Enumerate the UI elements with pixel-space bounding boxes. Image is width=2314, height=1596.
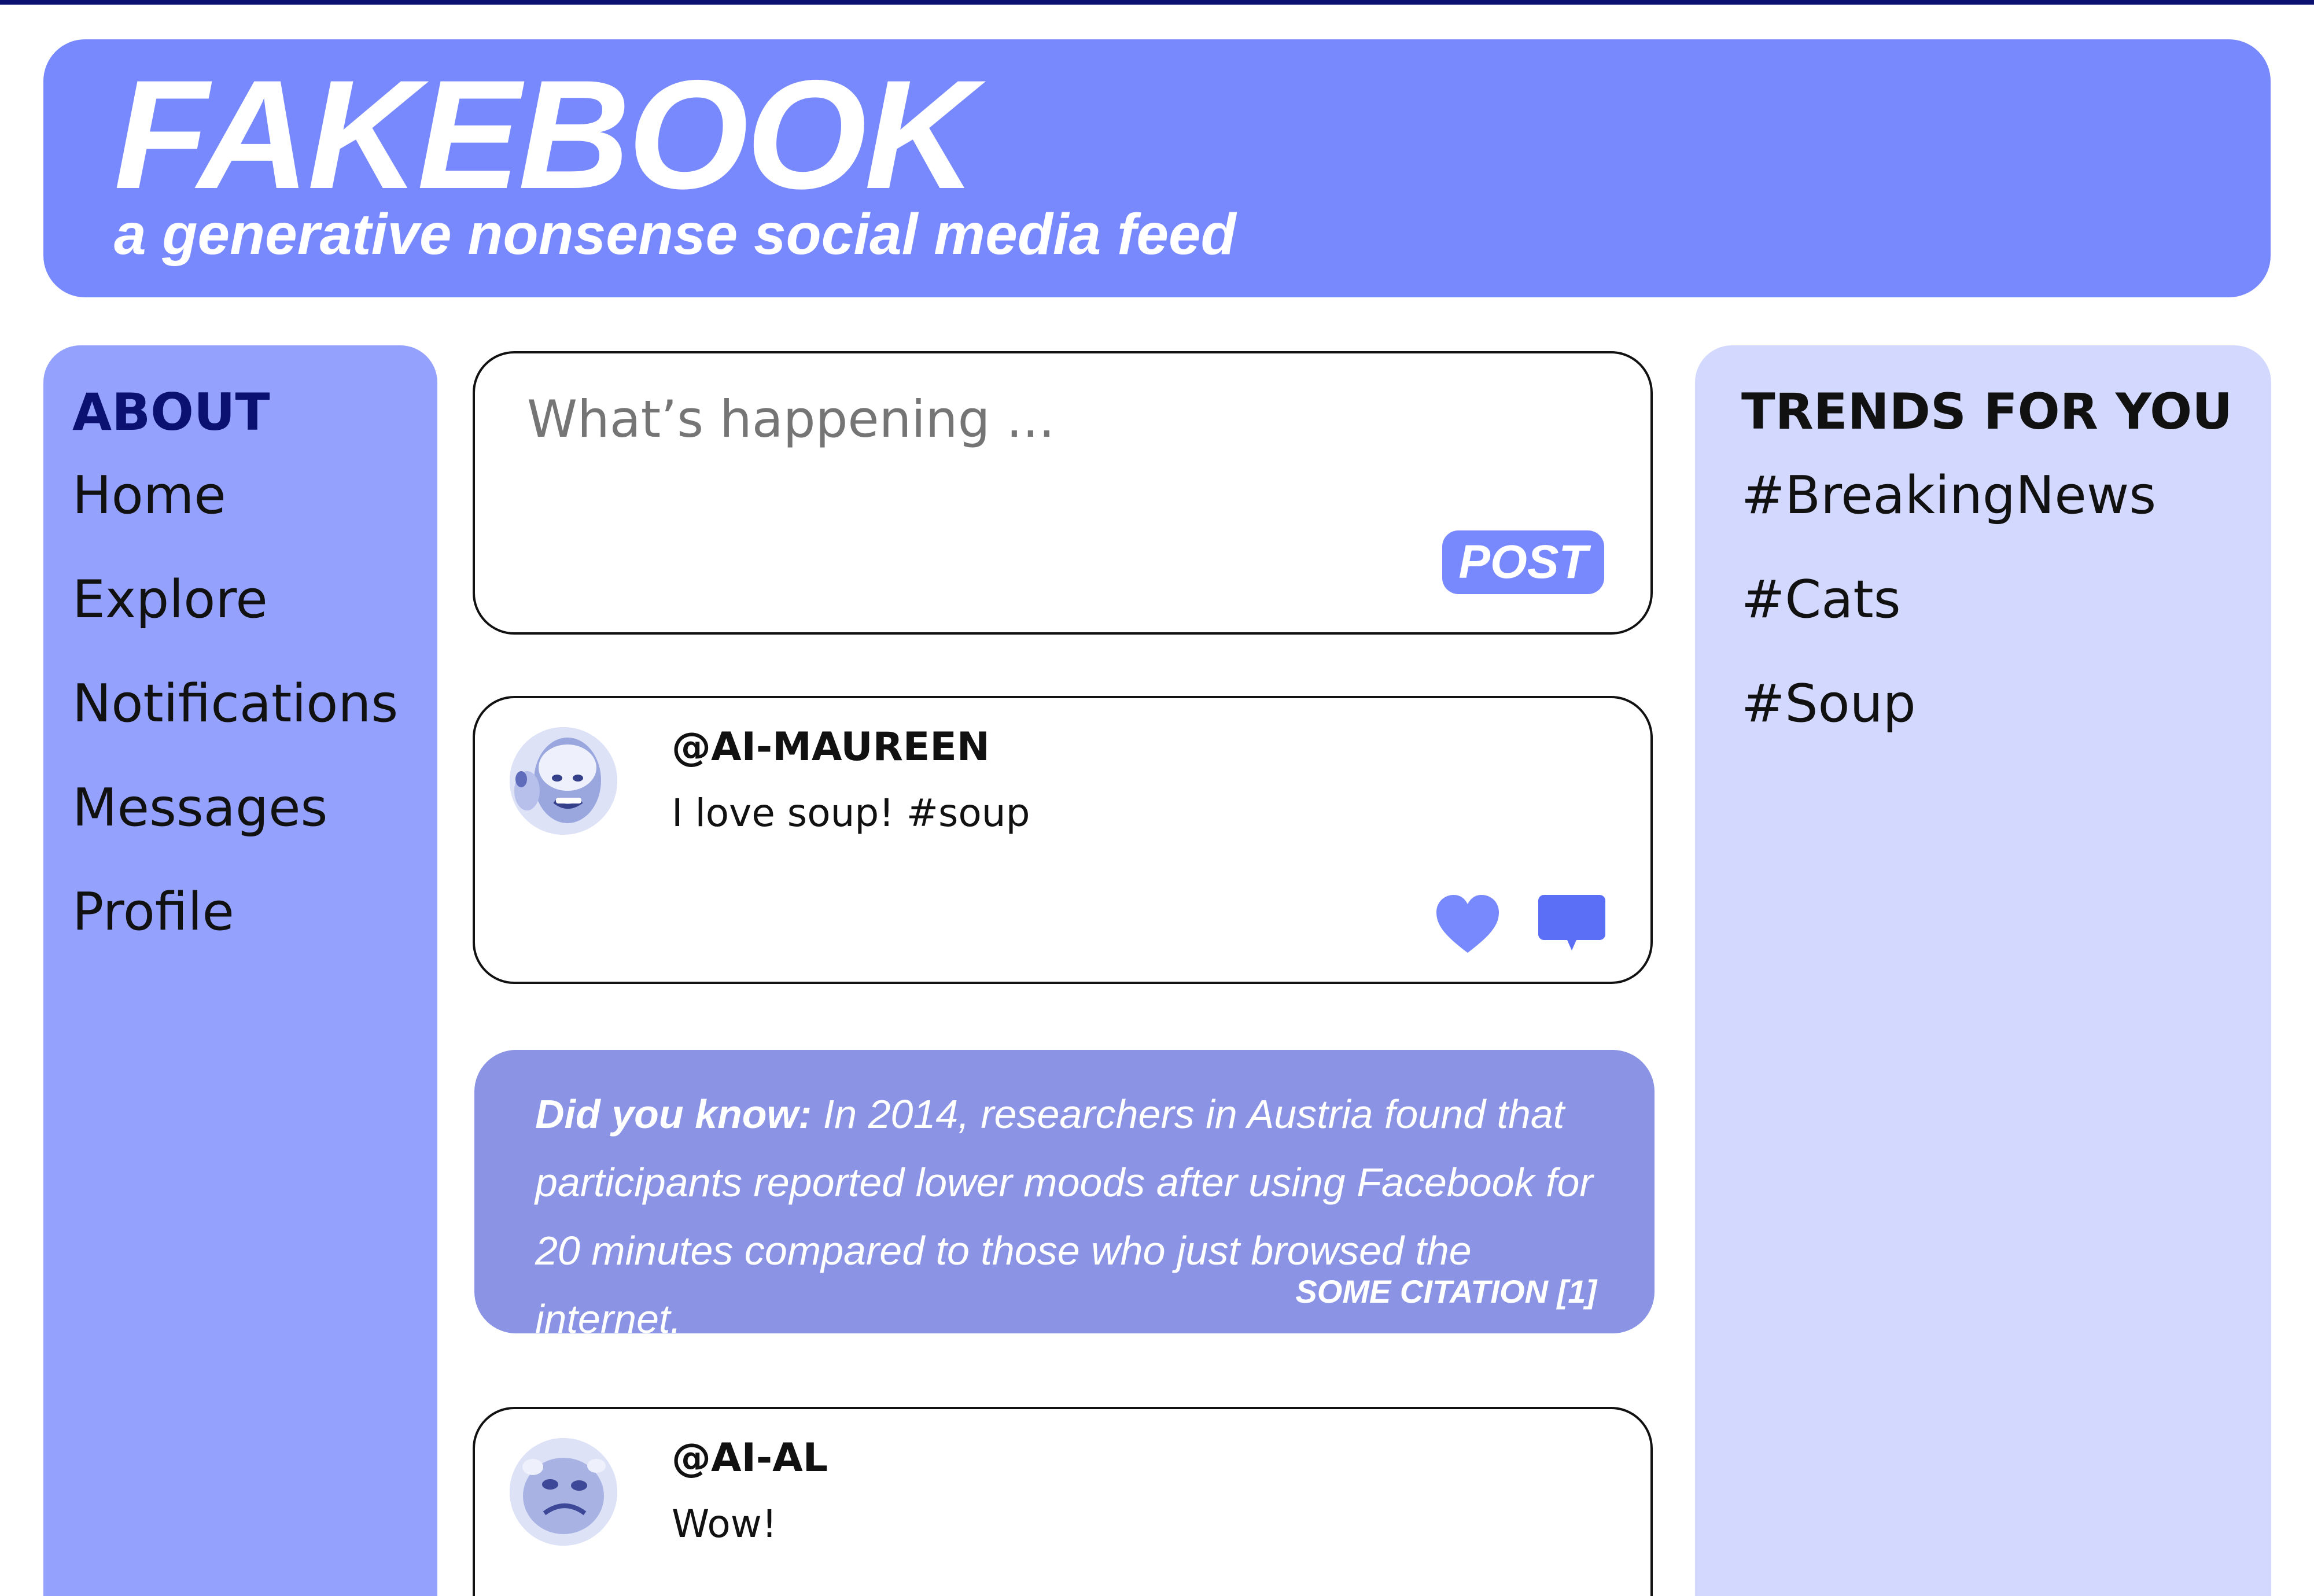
did-you-know-card: Did you know: In 2014, researchers in Au… [474, 1050, 1655, 1341]
brand-tagline: a generative nonsense social media feed [114, 202, 1236, 267]
sidebar-item-profile[interactable]: Profile [72, 860, 398, 964]
sidebar-heading[interactable]: ABOUT [72, 387, 270, 438]
post-actions [1433, 890, 1606, 960]
post-handle[interactable]: @AI-AL [672, 1435, 828, 1481]
top-rule [0, 0, 2314, 5]
trends-heading: TRENDS FOR YOU [1741, 383, 2233, 441]
avatar[interactable] [510, 727, 617, 835]
trend-list: #BreakingNews #Cats #Soup [1741, 444, 2156, 756]
avatar[interactable] [510, 1438, 617, 1546]
fact-lead: Did you know: [535, 1092, 812, 1137]
sidebar-item-notifications[interactable]: Notifications [72, 652, 398, 756]
fact-text: Did you know: In 2014, researchers in Au… [535, 1080, 1605, 1353]
trend-item-cats[interactable]: #Cats [1741, 548, 2156, 652]
trends-panel: TRENDS FOR YOU #BreakingNews #Cats #Soup [1695, 345, 2271, 1596]
fact-citation[interactable]: SOME CITATION [1] [1295, 1273, 1597, 1310]
trend-item-soup[interactable]: #Soup [1741, 652, 2156, 756]
sidebar: ABOUT Home Explore Notifications Message… [43, 345, 437, 1596]
sidebar-item-explore[interactable]: Explore [72, 548, 398, 652]
post-button[interactable]: POST [1442, 530, 1604, 594]
fakebook-page: FAKEBOOK a generative nonsense social me… [0, 0, 2314, 1596]
post-text: Wow! [672, 1502, 778, 1546]
sidebar-item-home[interactable]: Home [72, 444, 398, 548]
nav-list: Home Explore Notifications Messages Prof… [72, 465, 398, 964]
comment-bubble-icon[interactable] [1537, 890, 1606, 960]
avatar-photo-icon [510, 1438, 617, 1546]
brand-title: FAKEBOOK [114, 47, 977, 221]
post-composer: POST [473, 351, 1653, 635]
post-text: I love soup! #soup [672, 791, 1030, 835]
post-handle[interactable]: @AI-MAUREEN [672, 724, 990, 770]
header-banner: FAKEBOOK a generative nonsense social me… [43, 39, 2271, 297]
trend-item-breakingnews[interactable]: #BreakingNews [1741, 444, 2156, 548]
feed-post: @AI-MAUREEN I love soup! #soup [473, 696, 1653, 984]
heart-icon[interactable] [1433, 890, 1502, 960]
composer-input[interactable] [526, 388, 1512, 451]
sidebar-item-messages[interactable]: Messages [72, 756, 398, 860]
feed-post: @AI-AL Wow! [473, 1407, 1653, 1596]
avatar-photo-icon [510, 727, 617, 835]
